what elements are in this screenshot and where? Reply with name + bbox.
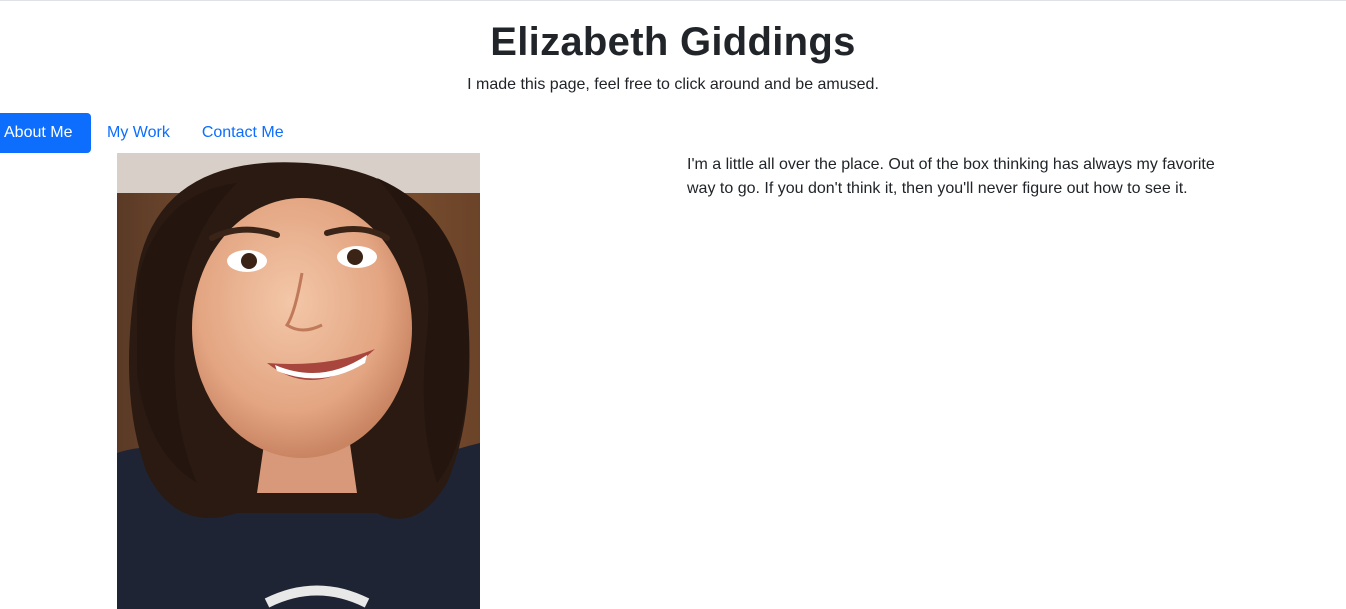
nav-item-work: My Work: [91, 113, 186, 153]
nav-item-about: About Me: [0, 113, 91, 153]
tab-my-work[interactable]: My Work: [91, 113, 186, 153]
profile-photo: [117, 153, 480, 609]
tab-about-me[interactable]: About Me: [0, 113, 91, 153]
page-title: Elizabeth Giddings: [490, 20, 856, 64]
nav-pills: About Me My Work Contact Me: [0, 113, 300, 153]
nav-item-contact: Contact Me: [186, 113, 300, 153]
about-text: I'm a little all over the place. Out of …: [687, 156, 1215, 197]
top-divider: [0, 0, 1346, 1]
page-header: Elizabeth Giddings I made this page, fee…: [0, 16, 1346, 97]
tab-contact-me[interactable]: Contact Me: [186, 113, 300, 153]
page-subtitle: I made this page, feel free to click aro…: [467, 76, 879, 93]
